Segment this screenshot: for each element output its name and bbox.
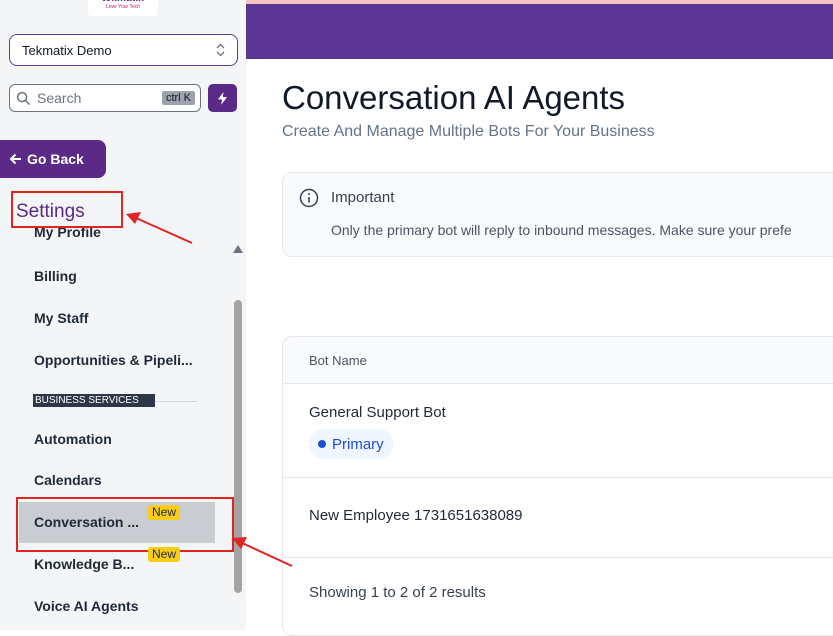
logo[interactable]: tekmatix Love Your Tech <box>88 0 158 16</box>
sidebar-item-knowledge-base[interactable]: Knowledge B... <box>34 556 134 572</box>
table-row[interactable]: New Employee 1731651638089 <box>283 478 833 558</box>
logo-tagline: Love Your Tech <box>105 4 141 10</box>
page-title: Conversation AI Agents <box>282 79 626 116</box>
table-row[interactable]: General Support Bot Primary <box>283 384 833 478</box>
search-shortcut-badge: ctrl K <box>161 91 195 105</box>
sidebar-scrollbar[interactable] <box>234 300 242 593</box>
primary-badge: Primary <box>309 429 394 459</box>
section-divider <box>155 401 197 402</box>
notice-body: Only the primary bot will reply to inbou… <box>331 222 792 238</box>
sidebar-item-calendars[interactable]: Calendars <box>34 472 102 488</box>
notice-title: Important <box>331 189 395 206</box>
table-header: Bot Name <box>283 337 833 384</box>
sidebar-item-billing[interactable]: Billing <box>34 268 77 284</box>
new-badge: New <box>148 547 181 562</box>
status-dot <box>318 440 326 448</box>
main-content: Conversation AI Agents Create And Manage… <box>246 59 833 636</box>
sidebar-item-my-profile[interactable]: My Profile <box>34 228 101 241</box>
column-header-bot-name[interactable]: Bot Name <box>309 353 367 368</box>
search-input[interactable]: Search ctrl K <box>9 84 201 112</box>
account-name: Tekmatix Demo <box>22 42 112 58</box>
bot-name[interactable]: General Support Bot <box>309 404 446 421</box>
quick-actions-button[interactable] <box>208 84 237 112</box>
section-label-business-services: BUSINESS SERVICES <box>33 394 155 407</box>
bolt-icon <box>217 91 228 105</box>
conversation-annotation-box <box>16 497 234 552</box>
sidebar-item-voice-ai-agents[interactable]: Voice AI Agents <box>34 598 139 614</box>
pagination-summary: Showing 1 to 2 of 2 results <box>309 584 486 601</box>
bot-name[interactable]: New Employee 1731651638089 <box>309 507 523 524</box>
sidebar-item-automation[interactable]: Automation <box>34 431 112 447</box>
topbar <box>246 4 833 59</box>
settings-annotation-box <box>11 191 123 228</box>
updown-chevron-icon <box>216 43 225 57</box>
page-subtitle: Create And Manage Multiple Bots For Your… <box>282 123 655 140</box>
go-back-label: Go Back <box>27 151 84 167</box>
sidebar-item-my-staff[interactable]: My Staff <box>34 310 88 326</box>
search-placeholder: Search <box>37 90 82 106</box>
bots-table: Bot Name General Support Bot Primary New… <box>282 336 833 636</box>
important-notice: Important Only the primary bot will repl… <box>282 172 833 257</box>
search-icon <box>16 91 31 106</box>
primary-badge-label: Primary <box>332 435 384 453</box>
go-back-button[interactable]: Go Back <box>0 140 106 178</box>
arrow-left-icon <box>9 153 21 165</box>
sidebar-item-opportunities[interactable]: Opportunities & Pipeli... <box>34 352 193 368</box>
account-switcher[interactable]: Tekmatix Demo <box>9 34 238 66</box>
sidebar: tekmatix Love Your Tech Tekmatix Demo Se… <box>0 0 246 630</box>
scroll-up-icon[interactable] <box>233 240 243 258</box>
info-icon <box>299 188 319 208</box>
